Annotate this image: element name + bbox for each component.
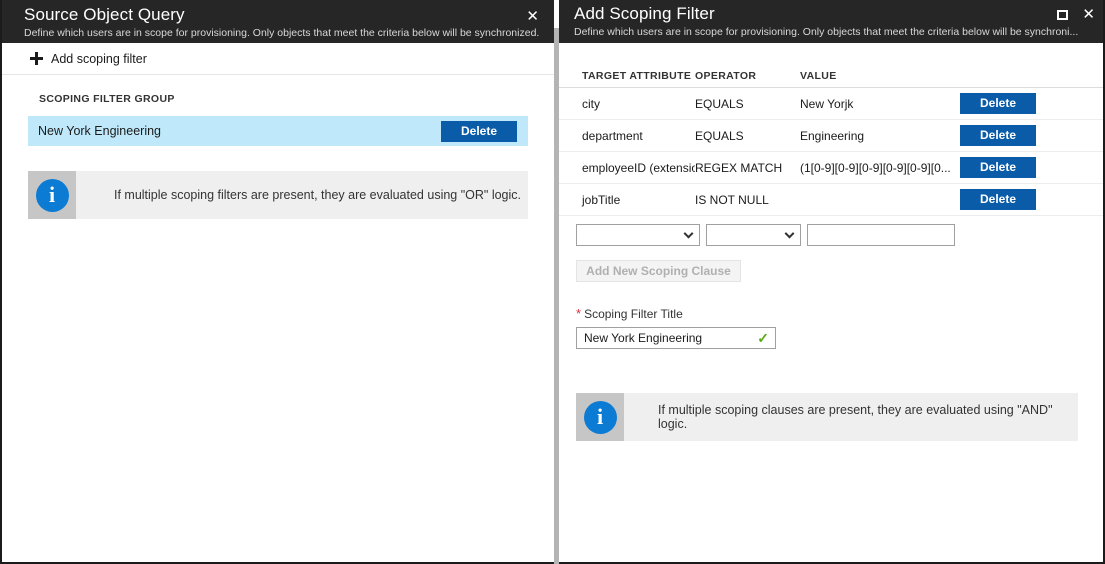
chevron-down-icon [785,229,795,239]
close-icon[interactable]: ✕ [1082,7,1095,22]
window-controls: ✕ [1057,7,1095,22]
table-row: city EQUALS New Yorjk Delete [559,88,1103,120]
value-input[interactable] [807,224,955,246]
scoping-filter-title-label: *Scoping Filter Title [576,306,1103,321]
right-panel-header: Add Scoping Filter Define which users ar… [559,0,1103,43]
info-banner-and-logic: i If multiple scoping clauses are presen… [576,393,1078,441]
add-scoping-filter-label: Add scoping filter [51,52,147,66]
target-attribute-select[interactable] [576,224,700,246]
info-banner-or-logic: i If multiple scoping filters are presen… [28,171,528,219]
cell-operator: EQUALS [695,97,800,111]
cell-target-attribute: jobTitle [559,193,695,207]
plus-icon [30,52,43,65]
table-row: jobTitle IS NOT NULL Delete [559,184,1103,216]
left-panel-title: Source Object Query [24,5,554,25]
add-scoping-filter-button[interactable]: Add scoping filter [2,43,554,75]
column-header-operator: OPERATOR [695,70,800,82]
table-row: employeeID (extension... REGEX MATCH (1[… [559,152,1103,184]
close-icon[interactable]: ✕ [526,9,539,24]
scoping-filter-title-input[interactable]: New York Engineering ✓ [576,327,776,349]
delete-button[interactable]: Delete [441,121,517,142]
delete-button[interactable]: Delete [960,157,1036,178]
info-banner-text: If multiple scoping filters are present,… [76,171,521,219]
new-clause-controls [559,216,1103,246]
cell-operator: REGEX MATCH [695,161,800,175]
cell-target-attribute: employeeID (extension... [559,161,695,175]
info-icon-wrap: i [28,171,76,219]
cell-value: (1[0-9][0-9][0-9][0-9][0-9][0... [800,161,960,175]
left-panel-subtitle: Define which users are in scope for prov… [24,26,554,40]
cell-target-attribute: city [559,97,695,111]
maximize-icon[interactable] [1057,10,1068,20]
column-header-target-attribute: TARGET ATTRIBUTE [559,70,695,82]
info-icon: i [36,179,69,212]
delete-button[interactable]: Delete [960,189,1036,210]
cell-value: Engineering [800,129,960,143]
add-new-scoping-clause-button[interactable]: Add New Scoping Clause [576,260,741,282]
delete-button[interactable]: Delete [960,93,1036,114]
column-header-value: VALUE [800,70,960,82]
cell-actions: Delete [960,93,1080,114]
cell-actions: Delete [960,189,1080,210]
cell-actions: Delete [960,157,1080,178]
info-icon-wrap: i [576,393,624,441]
scoping-clause-table: TARGET ATTRIBUTE OPERATOR VALUE city EQU… [559,56,1103,216]
info-icon: i [584,401,617,434]
source-object-query-panel: Source Object Query Define which users a… [0,0,554,564]
cell-actions: Delete [960,125,1080,146]
scoping-filter-title-value: New York Engineering [584,331,702,345]
app-root: Source Object Query Define which users a… [0,0,1105,564]
add-scoping-filter-panel: Add Scoping Filter Define which users ar… [559,0,1105,564]
info-banner-text: If multiple scoping clauses are present,… [624,393,1078,441]
cell-operator: EQUALS [695,129,800,143]
right-panel-subtitle: Define which users are in scope for prov… [574,25,1103,39]
delete-button[interactable]: Delete [960,125,1036,146]
scoping-filter-name: New York Engineering [38,124,161,138]
table-header-row: TARGET ATTRIBUTE OPERATOR VALUE [559,56,1103,88]
required-marker: * [576,306,581,321]
chevron-down-icon [684,229,694,239]
list-item[interactable]: New York Engineering Delete [28,116,528,146]
operator-select[interactable] [706,224,801,246]
cell-target-attribute: department [559,129,695,143]
left-panel-header: Source Object Query Define which users a… [2,0,554,43]
table-row: department EQUALS Engineering Delete [559,120,1103,152]
scoping-filter-group-label: SCOPING FILTER GROUP [2,75,554,105]
cell-operator: IS NOT NULL [695,193,800,207]
right-panel-title: Add Scoping Filter [574,4,1103,24]
scoping-filter-title-label-text: Scoping Filter Title [584,307,683,321]
cell-value: New Yorjk [800,97,960,111]
checkmark-icon: ✓ [757,331,769,345]
